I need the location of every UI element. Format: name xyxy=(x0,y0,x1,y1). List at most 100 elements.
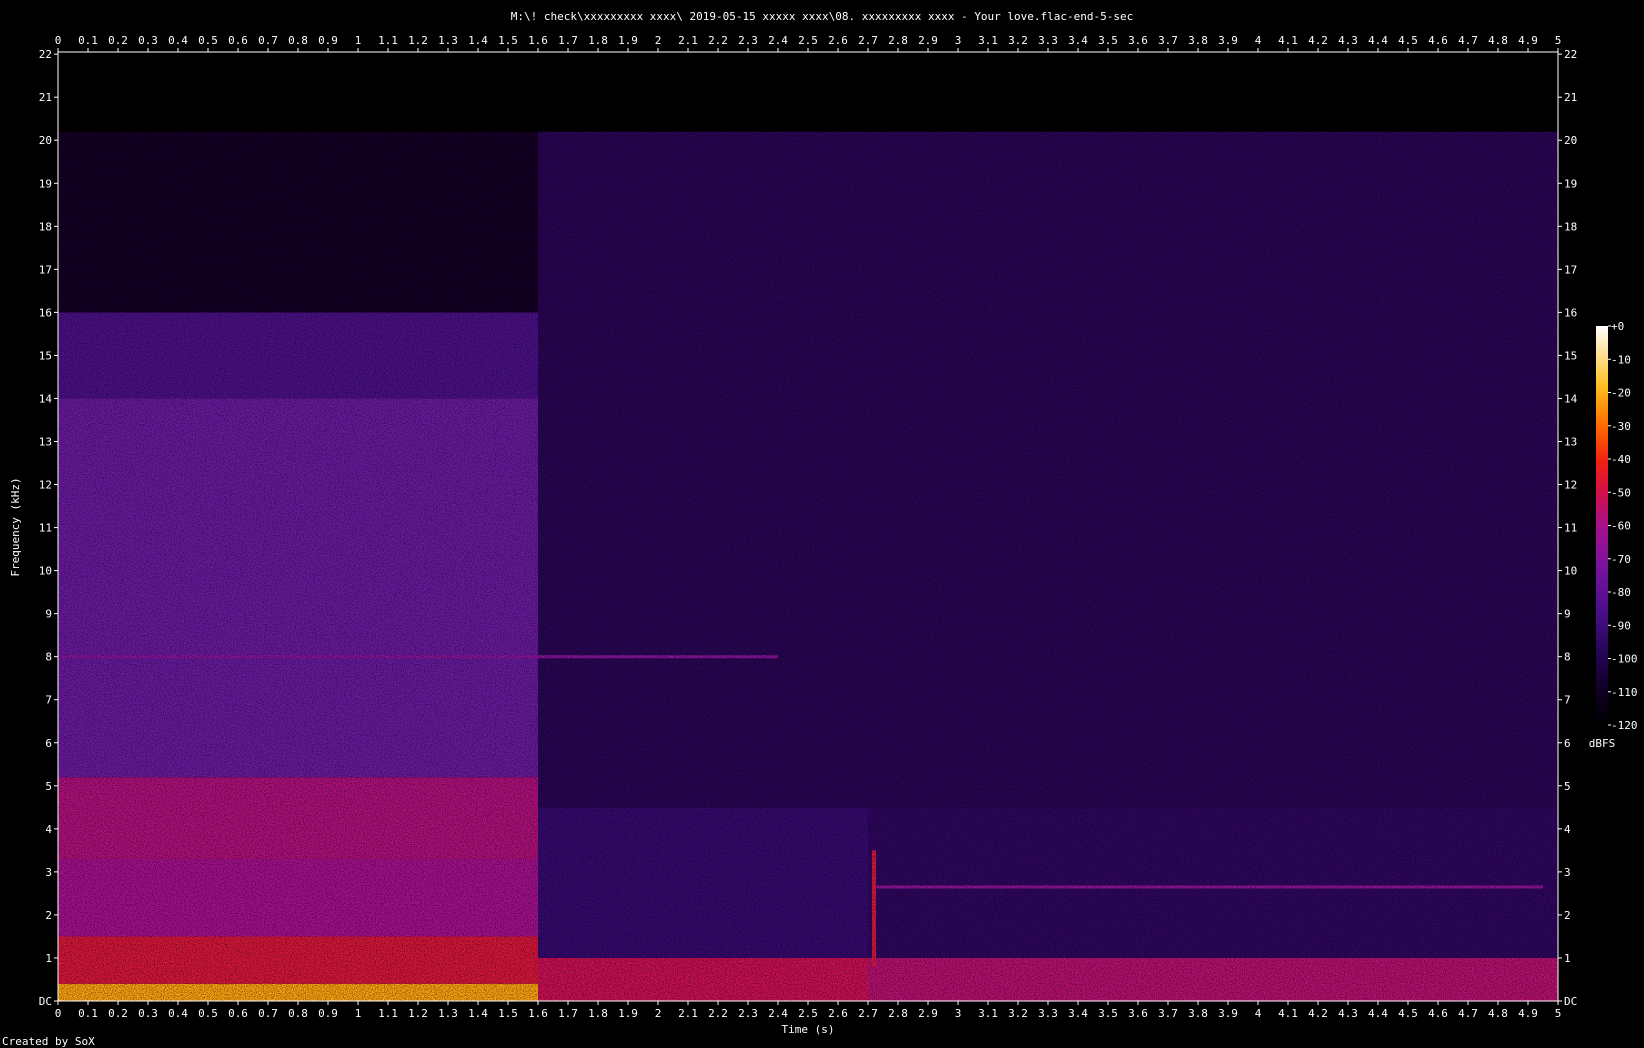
colorbar-label: dBFS xyxy=(1589,737,1616,750)
x-tick-label: 0.5 xyxy=(198,34,218,47)
x-tick-label: 1.4 xyxy=(468,1007,488,1020)
colorbar-tick-label: -90 xyxy=(1611,619,1631,632)
x-tick-label: 3.2 xyxy=(1008,1007,1028,1020)
x-tick-label: 0.6 xyxy=(228,34,248,47)
y-tick-label: 15 xyxy=(39,349,52,362)
y-tick-label: 5 xyxy=(1564,780,1571,793)
x-axis-bottom: 0 0.1 0.2 0.3 0.4 0.5 0.6 0.7 0.8 0.9 1 1.1 1.2 1.3 1.… xyxy=(55,1001,1562,1020)
x-tick-label: 4.8 xyxy=(1488,1007,1508,1020)
x-tick-label: 0.1 xyxy=(78,1007,98,1020)
x-tick-label: 0.6 xyxy=(228,1007,248,1020)
y-tick-label: 11 xyxy=(39,522,52,535)
x-tick-label: 2.2 xyxy=(708,34,728,47)
y-tick-label: 21 xyxy=(39,91,52,104)
x-tick-label: 3.1 xyxy=(978,1007,998,1020)
x-tick-label: 4 xyxy=(1255,1007,1262,1020)
spectrogram-chart: M:\! check\xxxxxxxxx xxxx\ 2019-05-15 xx… xyxy=(2,10,1638,1048)
x-tick-label: 1 xyxy=(355,1007,362,1020)
x-tick-label: 0 xyxy=(55,1007,62,1020)
y-axis-left: DC12345678910111213141516171819202122 xyxy=(39,48,58,1008)
x-tick-label: 5 xyxy=(1555,1007,1562,1020)
x-tick-label: 3.3 xyxy=(1038,1007,1058,1020)
y-tick-label: 20 xyxy=(1564,134,1577,147)
y-tick-label: 3 xyxy=(45,866,52,879)
x-tick-label: 2.8 xyxy=(888,1007,908,1020)
x-tick-label: 4.5 xyxy=(1398,34,1418,47)
x-tick-label: 2.9 xyxy=(918,1007,938,1020)
x-tick-label: 3 xyxy=(955,1007,962,1020)
x-tick-label: 4.3 xyxy=(1338,34,1358,47)
x-tick-label: 1.3 xyxy=(438,34,458,47)
x-tick-label: 0.1 xyxy=(78,34,98,47)
y-tick-label: 1 xyxy=(1564,952,1571,965)
x-tick-label: 0.8 xyxy=(288,34,308,47)
x-tick-label: 3.8 xyxy=(1188,1007,1208,1020)
x-tick-label: 4.6 xyxy=(1428,34,1448,47)
x-tick-label: 1.8 xyxy=(588,1007,608,1020)
y-tick-label: 17 xyxy=(39,263,52,276)
colorbar xyxy=(1596,326,1608,725)
x-tick-label: 0.3 xyxy=(138,34,158,47)
x-tick-label: 4 xyxy=(1255,34,1262,47)
x-tick-label: 1.4 xyxy=(468,34,488,47)
y-tick-label: 19 xyxy=(1564,177,1577,190)
x-tick-label: 4.9 xyxy=(1518,1007,1538,1020)
x-tick-label: 0.7 xyxy=(258,1007,278,1020)
colorbar-ticks: +0 -10 -20 -30 -40 -50 -60 -70 -80 -90 -100 -110 -12… xyxy=(1608,320,1638,732)
x-tick-label: 1.6 xyxy=(528,1007,548,1020)
y-tick-label: 22 xyxy=(1564,48,1577,61)
y-tick-label: DC xyxy=(1564,995,1577,1008)
y-tick-label: 11 xyxy=(1564,522,1577,535)
y-axis-right: DC12345678910111213141516171819202122 xyxy=(1558,48,1578,1008)
x-axis-top: 0 0.1 0.2 0.3 0.4 0.5 0.6 0.7 0.8 0.9 1 1.1 1.2 1.3 1.… xyxy=(55,34,1561,52)
x-tick-label: 2.6 xyxy=(828,34,848,47)
colorbar-tick-label: -20 xyxy=(1611,387,1631,400)
y-tick-label: 8 xyxy=(45,651,52,664)
y-tick-label: 4 xyxy=(45,823,52,836)
x-tick-label: 4.4 xyxy=(1368,1007,1388,1020)
colorbar-tick-label: +0 xyxy=(1611,320,1624,333)
credit-text: Created by SoX xyxy=(2,1035,95,1048)
x-tick-label: 2.9 xyxy=(918,34,938,47)
y-tick-label: 21 xyxy=(1564,91,1577,104)
y-tick-label: 9 xyxy=(1564,608,1571,621)
x-tick-label: 0.2 xyxy=(108,34,128,47)
colorbar-tick-label: -80 xyxy=(1611,586,1631,599)
y-tick-label: 1 xyxy=(45,952,52,965)
colorbar-tick-label: -50 xyxy=(1611,486,1631,499)
colorbar-tick-label: -120 xyxy=(1611,719,1638,732)
x-tick-label: 0.5 xyxy=(198,1007,218,1020)
x-tick-label: 3.2 xyxy=(1008,34,1028,47)
x-tick-label: 1.3 xyxy=(438,1007,458,1020)
x-tick-label: 3.4 xyxy=(1068,1007,1088,1020)
x-tick-label: 1.8 xyxy=(588,34,608,47)
x-tick-label: 3.6 xyxy=(1128,34,1148,47)
x-tick-label: 2.6 xyxy=(828,1007,848,1020)
x-tick-label: 0.9 xyxy=(318,1007,338,1020)
x-tick-label: 2.5 xyxy=(798,1007,818,1020)
x-tick-label: 0 xyxy=(55,34,62,47)
x-tick-label: 3.5 xyxy=(1098,1007,1118,1020)
y-tick-label: 15 xyxy=(1564,349,1577,362)
y-tick-label: 12 xyxy=(39,479,52,492)
x-tick-label: 4.9 xyxy=(1518,34,1538,47)
y-tick-label: 16 xyxy=(39,306,52,319)
y-tick-label: 6 xyxy=(45,737,52,750)
x-tick-label: 2.8 xyxy=(888,34,908,47)
x-tick-label: 2.1 xyxy=(678,34,698,47)
x-tick-label: 2.1 xyxy=(678,1007,698,1020)
x-tick-label: 3.5 xyxy=(1098,34,1118,47)
x-tick-label: 3.9 xyxy=(1218,1007,1238,1020)
x-tick-label: 3.7 xyxy=(1158,1007,1178,1020)
x-tick-label: 1.2 xyxy=(408,34,428,47)
plot-area xyxy=(58,52,1558,1001)
y-tick-label: 18 xyxy=(39,220,52,233)
x-tick-label: 0.8 xyxy=(288,1007,308,1020)
x-tick-label: 3 xyxy=(955,34,962,47)
x-tick-label: 4.7 xyxy=(1458,34,1478,47)
y-tick-label: 10 xyxy=(39,565,52,578)
y-tick-label: 19 xyxy=(39,177,52,190)
y-tick-label: 5 xyxy=(45,780,52,793)
x-tick-label: 1.1 xyxy=(378,1007,398,1020)
y-tick-label: 17 xyxy=(1564,263,1577,276)
